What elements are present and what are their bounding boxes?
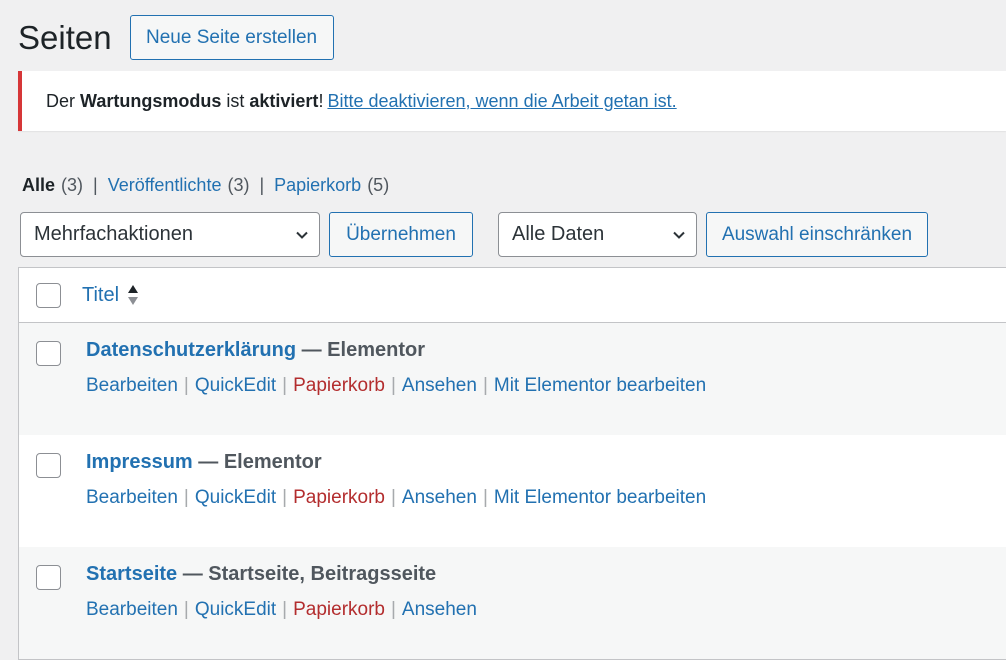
row-title-link[interactable]: Startseite <box>86 563 177 585</box>
table-row: Impressum — Elementor Bearbeiten | QuickE… <box>19 435 1006 547</box>
row-actions: Bearbeiten | QuickEdit | Papierkorb | Anseh… <box>86 487 706 509</box>
pages-table: Titel Datenschutzerklärung — Elementor B… <box>18 267 1006 660</box>
row-post-state: — Elementor <box>198 451 322 473</box>
chevron-down-icon <box>673 231 685 239</box>
dates-filter-value: Alle Daten <box>512 223 605 245</box>
column-title-sort[interactable]: Titel <box>82 283 139 307</box>
table-nav: Mehrfachaktionen Übernehmen Alle Daten A… <box>20 212 928 257</box>
edit-link[interactable]: Bearbeiten <box>86 487 178 509</box>
quickedit-link[interactable]: QuickEdit <box>195 375 276 397</box>
row-checkbox[interactable] <box>36 565 61 590</box>
table-row: Datenschutzerklärung — Elementor Bearbei… <box>19 323 1006 435</box>
page-title: Seiten <box>18 18 112 56</box>
column-title-label: Titel <box>82 283 120 306</box>
action-separator: | <box>390 375 396 396</box>
deactivate-maintenance-link[interactable]: Bitte deaktivieren, wenn die Arbeit geta… <box>327 91 676 112</box>
view-published[interactable]: Veröffentlichte (3) <box>108 175 250 196</box>
bulk-actions-value: Mehrfachaktionen <box>34 223 193 245</box>
views-filter: Alle (3) | Veröffentlichte (3) | Papierkor… <box>22 175 389 196</box>
notice-middle: ist <box>226 90 245 111</box>
row-post-state: — Startseite, Beitragsseite <box>182 563 437 585</box>
add-new-page-button[interactable]: Neue Seite erstellen <box>129 15 334 60</box>
view-trash[interactable]: Papierkorb (5) <box>274 175 389 196</box>
action-separator: | <box>183 375 189 396</box>
filter-button[interactable]: Auswahl einschränken <box>706 212 928 257</box>
view-published-label[interactable]: Veröffentlichte <box>108 175 222 195</box>
row-actions: Bearbeiten | QuickEdit | Papierkorb | Anseh… <box>86 599 477 621</box>
edit-with-elementor-link[interactable]: Mit Elementor bearbeiten <box>494 487 706 509</box>
view-published-count: (3) <box>227 175 250 195</box>
quickedit-link[interactable]: QuickEdit <box>195 599 276 621</box>
view-separator: | <box>93 175 98 195</box>
action-separator: | <box>183 487 189 508</box>
view-link[interactable]: Ansehen <box>402 599 477 621</box>
view-trash-label[interactable]: Papierkorb <box>274 175 361 195</box>
row-title-link[interactable]: Datenschutzerklärung <box>86 339 296 361</box>
notice-bold-activated: aktiviert <box>249 90 319 111</box>
row-title-line: Impressum — Elementor <box>86 451 322 474</box>
view-all[interactable]: Alle (3) <box>22 175 83 196</box>
action-separator: | <box>390 487 396 508</box>
view-all-label: Alle <box>22 175 56 195</box>
view-separator: | <box>259 175 265 195</box>
apply-button[interactable]: Übernehmen <box>329 212 473 257</box>
chevron-down-icon <box>296 231 308 239</box>
action-separator: | <box>390 599 396 620</box>
notice-bold-maintenance: Wartungsmodus <box>80 90 222 111</box>
row-title-line: Datenschutzerklärung — Elementor <box>86 339 425 362</box>
trash-link[interactable]: Papierkorb <box>293 487 385 509</box>
row-title-line: Startseite — Startseite, Beitragsseite <box>86 563 436 586</box>
row-checkbox[interactable] <box>36 341 61 366</box>
row-post-state: — Elementor <box>301 339 425 361</box>
dates-filter-select[interactable]: Alle Daten <box>498 212 697 257</box>
edit-link[interactable]: Bearbeiten <box>86 599 178 621</box>
maintenance-notice: Der Wartungsmodus ist aktiviert! Bitte d… <box>18 71 1006 131</box>
view-link[interactable]: Ansehen <box>402 375 477 397</box>
view-all-count: (3) <box>61 175 84 195</box>
action-separator: | <box>482 375 488 396</box>
trash-link[interactable]: Papierkorb <box>293 375 385 397</box>
edit-with-elementor-link[interactable]: Mit Elementor bearbeiten <box>494 375 706 397</box>
edit-link[interactable]: Bearbeiten <box>86 375 178 397</box>
notice-prefix: Der <box>46 90 76 111</box>
action-separator: | <box>282 487 288 508</box>
action-separator: | <box>183 599 189 620</box>
action-separator: | <box>482 487 488 508</box>
bulk-actions-select[interactable]: Mehrfachaktionen <box>20 212 320 257</box>
select-all-checkbox[interactable] <box>36 282 61 308</box>
view-link[interactable]: Ansehen <box>402 487 477 509</box>
quickedit-link[interactable]: QuickEdit <box>195 487 276 509</box>
row-actions: Bearbeiten | QuickEdit | Papierkorb | Anseh… <box>86 375 706 397</box>
view-trash-count: (5) <box>367 175 390 195</box>
row-title-link[interactable]: Impressum <box>86 451 193 473</box>
row-checkbox[interactable] <box>36 453 61 478</box>
action-separator: | <box>282 375 288 396</box>
trash-link[interactable]: Papierkorb <box>293 599 385 621</box>
table-row: Startseite — Startseite, Beitragsseite B… <box>19 547 1006 659</box>
table-header: Titel <box>19 268 1006 323</box>
page-header: Seiten Neue Seite erstellen <box>18 15 334 60</box>
sort-icon <box>128 285 139 305</box>
notice-exclaim: ! <box>318 90 324 111</box>
action-separator: | <box>282 599 288 620</box>
